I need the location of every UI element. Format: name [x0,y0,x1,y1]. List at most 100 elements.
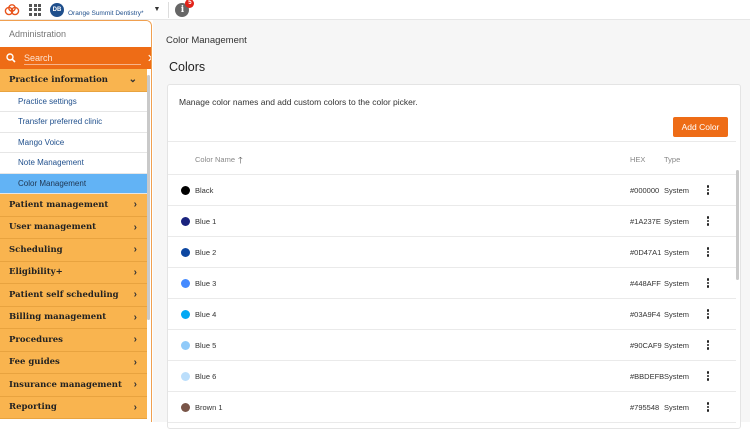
info-glyph: i [180,4,185,15]
more-options-icon[interactable] [703,276,713,290]
search-input[interactable] [24,51,141,65]
chevron-right-icon: › [133,289,137,301]
top-bar: DB Orange Summit Dentistry* ▼ i 5 [0,0,750,20]
color-type: System [664,341,690,350]
caret-down-icon[interactable]: ▼ [154,6,161,13]
info-icon[interactable]: i 5 [175,0,195,17]
color-swatch [181,278,190,288]
sort-ascending-icon[interactable]: 🡑 [238,153,243,169]
color-name: Blue 3 [195,279,217,288]
color-name: Brown 1 [195,403,223,412]
chevron-right-icon: › [133,379,137,391]
color-name: Blue 4 [195,310,217,319]
column-header-type[interactable]: Type [664,155,680,164]
table-row[interactable]: Blue 4 #03A9F4 System [168,299,736,330]
sidebar-group-eligibility[interactable]: Eligibility+ › [0,261,147,284]
more-options-icon[interactable] [703,214,713,228]
sidebar-item-color-management[interactable]: Color Management [0,173,147,194]
sidebar-group-patient-self-scheduling[interactable]: Patient self scheduling › [0,284,147,307]
sidebar-group-reporting[interactable]: Reporting › [0,396,147,419]
sidebar-item-practice-settings[interactable]: Practice settings [0,91,147,112]
sidebar-group-label: Fee guides [9,357,60,368]
color-swatch [181,216,190,226]
sidebar-item-note-management[interactable]: Note Management [0,153,147,174]
app-grid-icon[interactable] [28,3,42,17]
page-title: Colors [169,60,206,74]
notification-badge: 5 [185,0,195,8]
sidebar-group-procedures[interactable]: Procedures › [0,329,147,352]
add-color-button[interactable]: Add Color [673,117,728,137]
table-row[interactable]: Blue 5 #90CAF9 System [168,330,736,361]
sidebar-item-transfer-preferred-clinic[interactable]: Transfer preferred clinic [0,112,147,133]
more-options-icon[interactable] [703,245,713,259]
color-name: Blue 2 [195,248,217,257]
sidebar-scrollbar[interactable] [147,75,150,320]
chevron-right-icon: › [133,266,137,278]
column-header-hex[interactable]: HEX [630,155,645,164]
color-hex: #1A237E [630,217,661,226]
color-hex: #90CAF9 [630,341,662,350]
sidebar-group-label: Patient self scheduling [9,289,119,300]
divider [168,1,170,18]
sidebar-group-label: Eligibility+ [9,267,63,278]
color-hex: #448AFF [630,279,661,288]
table-scrollbar[interactable] [736,170,739,280]
more-options-icon[interactable] [703,183,713,197]
card-description: Manage color names and add custom colors… [179,97,418,107]
more-options-icon[interactable] [703,338,713,352]
sidebar-title: Administration [0,21,151,47]
sidebar-search: ✕ [0,47,151,69]
color-type: System [664,310,690,319]
chevron-right-icon: › [133,356,137,368]
table-row[interactable]: Blue 3 #448AFF System [168,268,736,299]
sidebar-group-label: Billing management [9,312,107,323]
sidebar-group-user-management[interactable]: User management › [0,216,147,239]
color-type: System [664,186,690,195]
admin-sidebar: Administration ✕ Practice information ⌄ … [0,20,152,422]
table-header: Color Name 🡑 HEX Type [168,141,736,175]
color-type: System [664,248,690,257]
table-row[interactable]: Black #000000 System [168,175,736,206]
breadcrumb: Color Management [166,35,247,46]
color-hex: #BBDEFB [630,372,665,381]
app-logo-icon[interactable] [2,0,22,20]
table-row[interactable]: Blue 2 #0D47A1 System [168,237,736,268]
sidebar-group-billing-management[interactable]: Billing management › [0,306,147,329]
column-header-name[interactable]: Color Name [195,155,235,164]
sidebar-item-mango-voice[interactable]: Mango Voice [0,132,147,153]
color-swatch [181,402,190,412]
color-type: System [664,372,690,381]
sidebar-group-label: Patient management [9,199,109,210]
color-hex: #03A9F4 [630,310,661,319]
more-options-icon[interactable] [703,369,713,383]
color-type: System [664,279,690,288]
table-row[interactable]: Blue 6 #BBDEFB System [168,361,736,392]
table-row[interactable]: Blue 1 #1A237E System [168,206,736,237]
more-options-icon[interactable] [703,307,713,321]
color-hex: #795548 [630,403,660,412]
color-swatch [181,247,190,257]
color-swatch [181,371,190,381]
sidebar-group-insurance-management[interactable]: Insurance management › [0,374,147,397]
sidebar-nav: Practice information ⌄ Practice settings… [0,69,147,419]
color-hex: #0D47A1 [630,248,662,257]
sidebar-group-scheduling[interactable]: Scheduling › [0,239,147,262]
practice-name: Orange Summit Dentistry* [68,10,144,17]
sidebar-group-fee-guides[interactable]: Fee guides › [0,351,147,374]
practice-switcher[interactable]: DB Orange Summit Dentistry* ▼ [50,0,160,20]
avatar: DB [50,2,64,17]
clear-search-icon[interactable]: ✕ [147,52,151,65]
color-swatch [181,309,190,319]
chevron-right-icon: › [133,244,137,256]
more-options-icon[interactable] [703,400,713,414]
color-type: System [664,403,690,412]
chevron-right-icon: › [133,221,137,233]
chevron-right-icon: › [133,199,137,211]
table-row[interactable]: Brown 1 #795548 System [168,392,736,423]
sidebar-group-patient-management[interactable]: Patient management › [0,194,147,217]
chevron-right-icon: › [133,401,137,413]
color-swatch [181,185,190,195]
color-name: Blue 6 [195,372,217,381]
color-name: Black [195,186,214,195]
sidebar-group-practice-information[interactable]: Practice information ⌄ [0,69,147,92]
